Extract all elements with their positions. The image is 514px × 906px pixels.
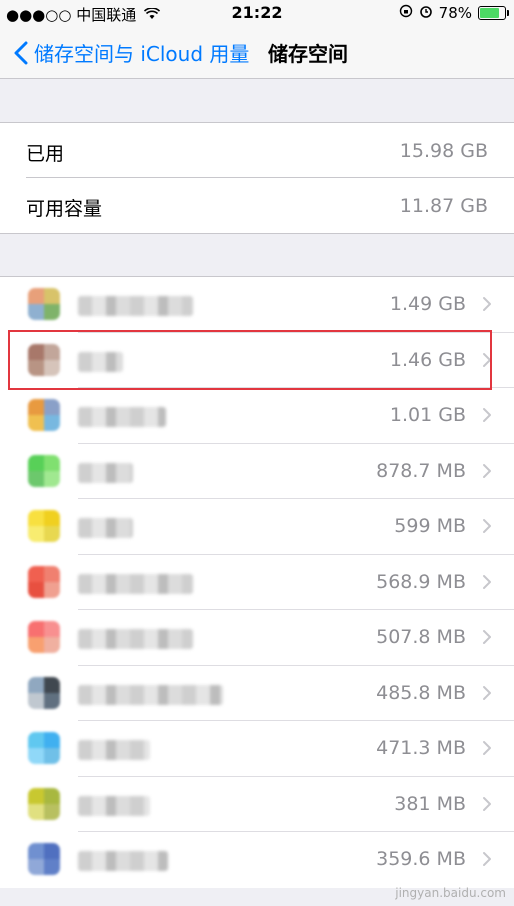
app-row[interactable]: 878.7 MB [0, 444, 514, 499]
app-icon [28, 454, 60, 487]
app-name-redacted [78, 795, 150, 816]
navigation-bar: 储存空间与 iCloud 用量 储存空间 [0, 26, 514, 79]
app-row[interactable]: 1.01 GB [0, 388, 514, 444]
used-label: 已用 [26, 143, 65, 165]
chevron-right-icon [483, 463, 491, 478]
app-row[interactable]: 599 MB [0, 499, 514, 555]
app-icon [28, 732, 60, 764]
chevron-right-icon [483, 741, 491, 755]
chevron-right-icon [483, 630, 491, 644]
app-size: 381 MB [394, 792, 466, 815]
back-label: 储存空间与 iCloud 用量 [34, 42, 250, 66]
app-row[interactable]: 568.9 MB [0, 555, 514, 610]
chevron-right-icon [483, 574, 491, 589]
chevron-right-icon [483, 796, 491, 811]
app-name-redacted [78, 629, 193, 649]
rotation-lock-icon [399, 4, 413, 22]
app-row[interactable]: 1.49 GB [0, 277, 514, 333]
chevron-right-icon [483, 685, 491, 700]
page-title: 储存空间 [268, 42, 348, 66]
chevron-left-icon [14, 41, 28, 64]
app-size: 1.49 GB [389, 293, 466, 315]
app-row[interactable]: 471.3 MB [0, 721, 514, 777]
chevron-right-icon [483, 352, 491, 367]
app-name-redacted [78, 684, 223, 705]
app-size: 485.8 MB [376, 681, 466, 704]
used-value: 15.98 GB [399, 140, 488, 162]
app-icon [28, 343, 60, 376]
chevron-right-icon [483, 408, 491, 422]
app-size: 878.7 MB [376, 459, 466, 482]
app-name-redacted [78, 518, 133, 538]
app-size: 1.01 GB [389, 404, 466, 426]
app-icon [28, 621, 60, 653]
available-row: 可用容量 11.87 GB [0, 178, 514, 233]
app-name-redacted [78, 573, 193, 594]
app-name-redacted [78, 740, 150, 760]
app-icon [28, 787, 60, 820]
available-value: 11.87 GB [399, 195, 488, 217]
app-row[interactable]: 507.8 MB [0, 610, 514, 666]
app-icon [28, 288, 60, 320]
chevron-right-icon [483, 297, 491, 311]
app-row[interactable]: 485.8 MB [0, 666, 514, 721]
app-name-redacted [78, 351, 123, 372]
app-row[interactable]: 359.6 MB [0, 832, 514, 888]
app-icon [28, 676, 60, 709]
status-bar: ●●●○○ 中国联通 21:22 78% [0, 0, 514, 26]
available-label: 可用容量 [26, 198, 103, 220]
app-name-redacted [78, 296, 193, 316]
app-row[interactable]: 1.46 GB [0, 333, 514, 388]
app-size: 1.46 GB [389, 348, 466, 371]
used-row: 已用 15.98 GB [0, 123, 514, 178]
app-size: 471.3 MB [376, 737, 466, 759]
battery-icon [478, 6, 509, 20]
app-storage-list: 1.49 GB 1.46 GB 1.01 GB 878.7 MB 599 MB 568.9… [0, 276, 514, 888]
app-size: 359.6 MB [376, 848, 466, 870]
watermark: jingyan.baidu.com [395, 886, 506, 900]
app-row[interactable]: 381 MB [0, 777, 514, 832]
back-button[interactable]: 储存空间与 iCloud 用量 [14, 38, 249, 67]
app-size: 507.8 MB [376, 626, 466, 648]
app-icon [28, 510, 60, 542]
battery-percent: 78% [438, 4, 472, 22]
storage-summary: 已用 15.98 GB 可用容量 11.87 GB [0, 122, 514, 234]
chevron-right-icon [483, 519, 491, 533]
app-name-redacted [78, 851, 168, 871]
app-size: 568.9 MB [376, 570, 466, 593]
app-icon [28, 399, 60, 431]
app-name-redacted [78, 462, 133, 483]
alarm-icon [419, 4, 433, 22]
app-size: 599 MB [394, 515, 466, 537]
chevron-right-icon [483, 852, 491, 866]
app-icon [28, 843, 60, 875]
app-icon [28, 565, 60, 598]
app-name-redacted [78, 407, 166, 427]
